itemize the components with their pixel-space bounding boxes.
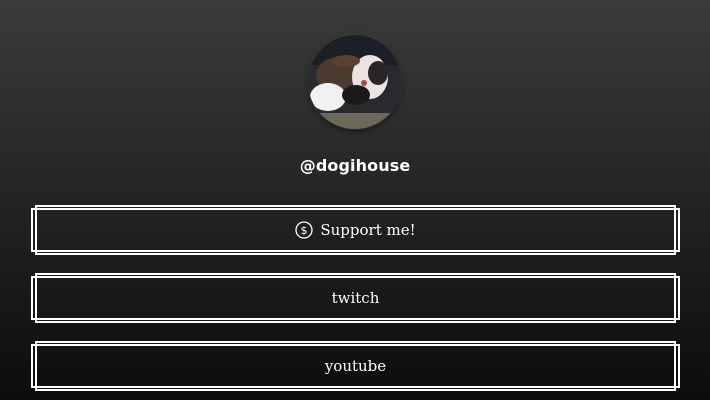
twitch-label: twitch [331, 289, 380, 307]
twitch-content: twitch [31, 273, 680, 323]
support-me-label: Support me! [320, 221, 416, 239]
youtube-label: youtube [324, 357, 387, 375]
avatar [308, 35, 402, 129]
support-me-content: $ Support me! [31, 205, 680, 255]
dog-photo-avatar [308, 35, 402, 129]
profile-handle: @dogihouse [299, 156, 411, 175]
twitch-button[interactable]: twitch [31, 273, 680, 323]
dollar-circle-icon: $ [295, 221, 314, 239]
svg-text:$: $ [301, 224, 308, 237]
youtube-button[interactable]: youtube [31, 341, 680, 391]
youtube-content: youtube [31, 341, 680, 391]
support-me-button[interactable]: $ Support me! [31, 205, 680, 255]
